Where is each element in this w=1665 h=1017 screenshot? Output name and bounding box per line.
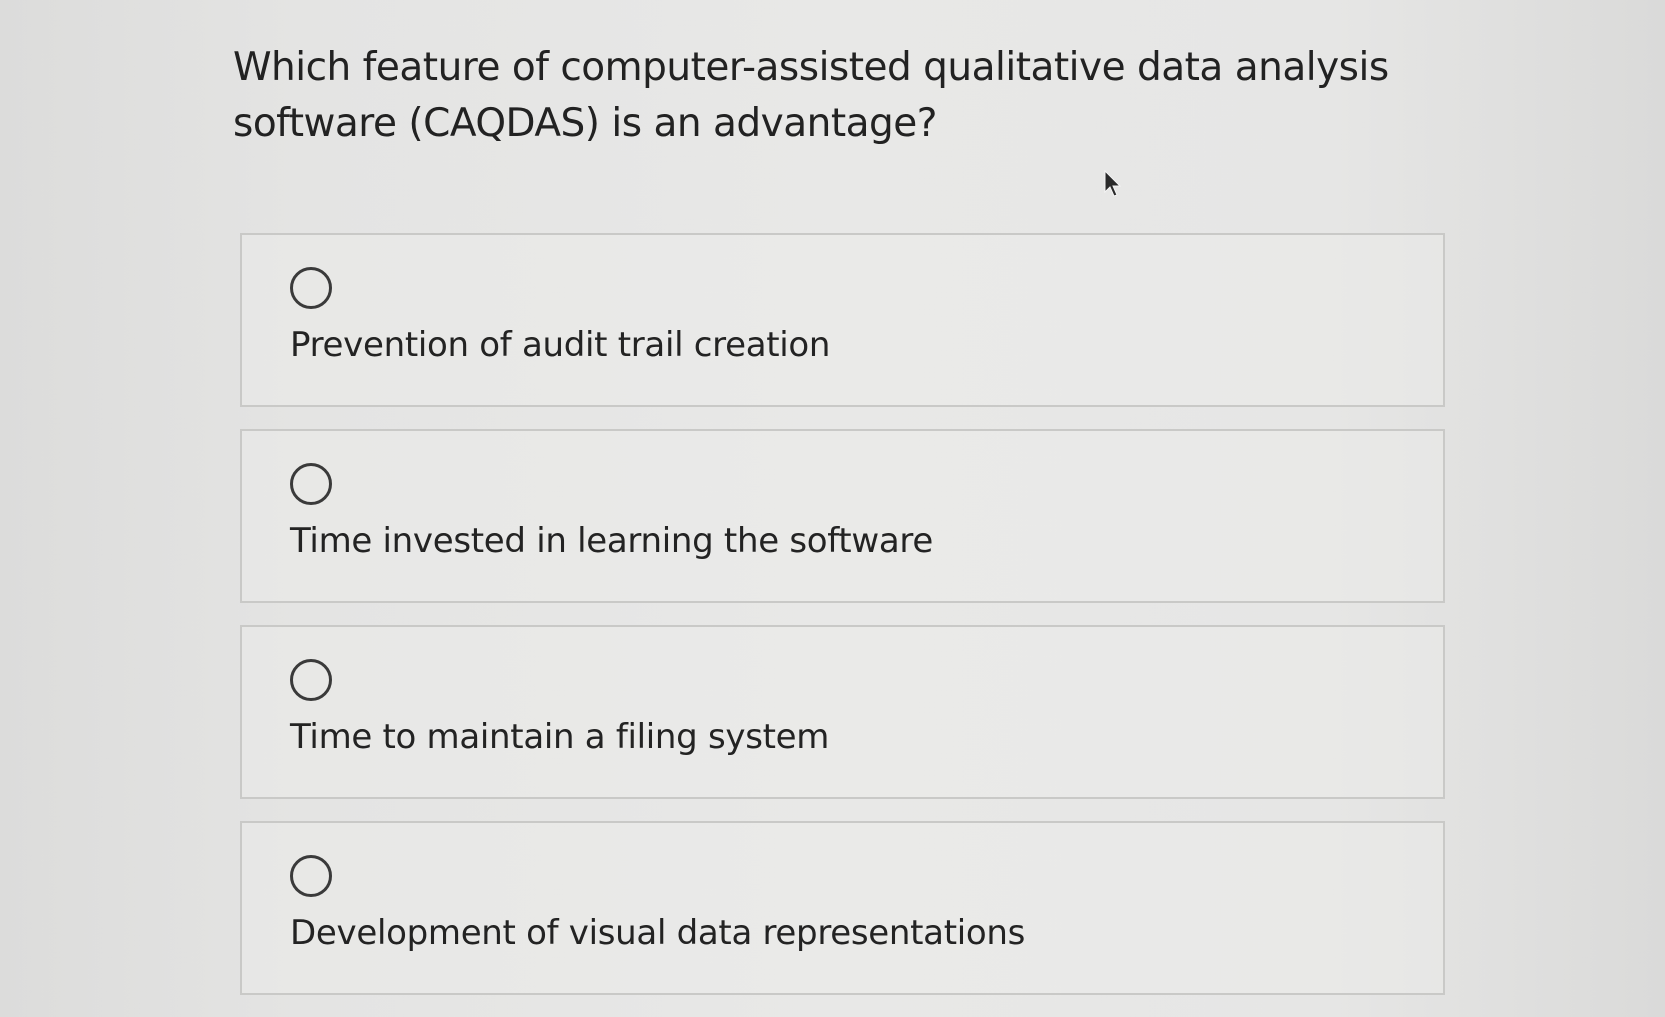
- radio-button-icon[interactable]: [290, 267, 332, 309]
- option-3[interactable]: Time to maintain a filing system: [240, 625, 1445, 799]
- radio-button-icon[interactable]: [290, 659, 332, 701]
- option-1[interactable]: Prevention of audit trail creation: [240, 233, 1445, 407]
- option-label: Development of visual data representatio…: [290, 913, 1026, 953]
- radio-button-icon[interactable]: [290, 463, 332, 505]
- option-2[interactable]: Time invested in learning the software: [240, 429, 1445, 603]
- mouse-pointer-icon: [1104, 170, 1122, 197]
- option-label: Prevention of audit trail creation: [290, 325, 831, 365]
- option-label: Time invested in learning the software: [290, 521, 933, 561]
- option-4[interactable]: Development of visual data representatio…: [240, 821, 1445, 995]
- question-text: Which feature of computer-assisted quali…: [233, 45, 1389, 146]
- answer-options: Prevention of audit trail creation Time …: [240, 233, 1445, 1017]
- option-label: Time to maintain a filing system: [290, 717, 830, 757]
- radio-button-icon[interactable]: [290, 855, 332, 897]
